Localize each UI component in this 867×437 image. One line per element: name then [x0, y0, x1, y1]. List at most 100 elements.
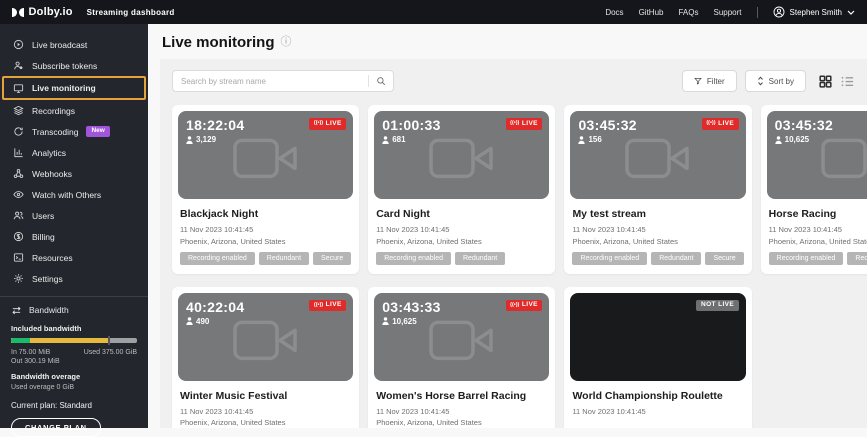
stream-tag: Redundant	[651, 252, 701, 265]
bandwidth-header: Bandwidth	[11, 305, 137, 315]
viewer-person-icon	[382, 136, 389, 144]
stream-title[interactable]: World Championship Roulette	[572, 390, 743, 402]
sidebar-item-label: Resources	[32, 253, 73, 263]
nav-link-docs[interactable]: Docs	[605, 8, 623, 17]
stream-card[interactable]: 40:22:04 490 ((•)) LIVE Winter Music Fes…	[172, 287, 359, 429]
bandwidth-progress-bar	[11, 338, 137, 343]
transfer-arrows-icon	[11, 306, 22, 315]
sidebar-item-live-broadcast[interactable]: Live broadcast	[0, 34, 148, 55]
search-icon[interactable]	[369, 76, 393, 86]
stream-thumbnail[interactable]: 01:00:33 681 ((•)) LIVE	[374, 111, 549, 199]
stream-location: Phoenix, Arizona, United States	[376, 418, 547, 427]
stream-card[interactable]: NOT LIVE World Championship Roulette 11 …	[564, 287, 751, 429]
current-plan-label: Current plan: Standard	[11, 401, 137, 410]
sidebar-item-transcoding[interactable]: Transcoding New	[0, 121, 148, 142]
stream-card[interactable]: 03:43:33 10,625 ((•)) LIVE Women's Horse…	[368, 287, 555, 429]
stream-location: Phoenix, Arizona, United States	[769, 237, 867, 246]
stream-title[interactable]: Winter Music Festival	[180, 390, 351, 402]
sidebar-item-webhooks[interactable]: Webhooks	[0, 163, 148, 184]
stream-thumbnail[interactable]: NOT LIVE	[570, 293, 745, 381]
stream-date: 11 Nov 2023 10:41:45	[769, 225, 867, 234]
main-content: Live monitoring ⓘ Filter Sort by	[148, 24, 867, 428]
info-icon[interactable]: ⓘ	[281, 37, 292, 48]
stream-tag: Recording enabled	[376, 252, 451, 265]
sidebar-item-recordings[interactable]: Recordings	[0, 100, 148, 121]
stream-tag: Recording enabled	[180, 252, 255, 265]
stream-title[interactable]: Horse Racing	[769, 208, 867, 220]
camera-icon	[821, 137, 867, 179]
sidebar-item-label: Subscribe tokens	[32, 61, 97, 71]
sidebar-item-label: Live monitoring	[32, 83, 96, 93]
list-view-icon[interactable]	[840, 74, 855, 89]
app-name: Streaming dashboard	[87, 8, 175, 17]
broadcast-waves-icon: ((•))	[314, 121, 323, 127]
camera-icon	[429, 137, 495, 179]
stream-card[interactable]: 18:22:04 3,129 ((•)) LIVE Blackjack Nigh…	[172, 105, 359, 274]
stream-thumbnail[interactable]: 40:22:04 490 ((•)) LIVE	[178, 293, 353, 381]
search-input[interactable]	[173, 77, 368, 86]
stream-card[interactable]: 03:45:32 156 ((•)) LIVE My test stream 1…	[564, 105, 751, 274]
new-badge: New	[86, 126, 109, 137]
nav-link-support[interactable]: Support	[713, 8, 741, 17]
stream-thumbnail[interactable]: 03:45:32 156 ((•)) LIVE	[570, 111, 745, 199]
stream-tag: Secure	[705, 252, 743, 265]
resources-icon	[12, 252, 24, 264]
top-bar: Dolby.io Streaming dashboard Docs GitHub…	[0, 0, 867, 24]
stream-thumbnail[interactable]: 18:22:04 3,129 ((•)) LIVE	[178, 111, 353, 199]
stream-date: 11 Nov 2023 10:41:45	[376, 225, 547, 234]
camera-icon	[429, 319, 495, 361]
sort-by-button[interactable]: Sort by	[745, 70, 806, 92]
camera-icon	[233, 319, 299, 361]
stream-grid: 18:22:04 3,129 ((•)) LIVE Blackjack Nigh…	[172, 105, 855, 428]
stream-card[interactable]: 01:00:33 681 ((•)) LIVE Card Night 11 No…	[368, 105, 555, 274]
stream-title[interactable]: Blackjack Night	[180, 208, 351, 220]
stream-thumbnail[interactable]: 03:43:33 10,625 ((•)) LIVE	[374, 293, 549, 381]
logo-text: Dolby.io	[29, 6, 73, 18]
stream-thumbnail[interactable]: 03:45:32 10,625 ((•)) LIVE	[767, 111, 867, 199]
sidebar-item-label: Recordings	[32, 106, 75, 116]
sidebar-item-label: Webhooks	[32, 169, 72, 179]
filter-funnel-icon	[694, 77, 702, 85]
transcode-icon	[12, 126, 24, 138]
stream-title[interactable]: My test stream	[572, 208, 743, 220]
sidebar-item-resources[interactable]: Resources	[0, 247, 148, 268]
sidebar-item-label: Users	[32, 211, 54, 221]
user-menu[interactable]: Stephen Smith	[773, 6, 855, 18]
stream-date: 11 Nov 2023 10:41:45	[180, 407, 351, 416]
sidebar-item-billing[interactable]: Billing	[0, 226, 148, 247]
bandwidth-bar-green	[11, 338, 30, 343]
dolby-double-d-icon	[12, 8, 24, 17]
broadcast-waves-icon: ((•))	[510, 303, 519, 309]
stream-tags: Recording enabledRedundantSecure	[180, 252, 351, 265]
dolby-logo[interactable]: Dolby.io	[12, 6, 73, 18]
camera-icon	[625, 137, 691, 179]
bandwidth-overage-label: Bandwidth overage	[11, 372, 137, 381]
stream-tags: Recording enabledRedundantSecure	[769, 252, 867, 265]
sidebar-item-label: Live broadcast	[32, 40, 87, 50]
stream-card[interactable]: 03:45:32 10,625 ((•)) LIVE Horse Racing …	[761, 105, 867, 274]
stream-location: Phoenix, Arizona, United States	[180, 237, 351, 246]
stream-title[interactable]: Card Night	[376, 208, 547, 220]
webhook-icon	[12, 168, 24, 180]
stream-title[interactable]: Women's Horse Barrel Racing	[376, 390, 547, 402]
bandwidth-in-value: In 75.00 MiB	[11, 349, 50, 356]
grid-view-icon[interactable]	[818, 74, 833, 89]
sidebar-item-users[interactable]: Users	[0, 205, 148, 226]
camera-icon	[233, 137, 299, 179]
analytics-icon	[12, 147, 24, 159]
sidebar-item-live-monitoring[interactable]: Live monitoring	[2, 76, 146, 100]
nav-link-faqs[interactable]: FAQs	[678, 8, 698, 17]
sidebar-item-analytics[interactable]: Analytics	[0, 142, 148, 163]
filter-button[interactable]: Filter	[682, 70, 737, 92]
avatar-icon	[773, 6, 785, 18]
sidebar-item-subscribe-tokens[interactable]: Subscribe tokens	[0, 55, 148, 76]
live-status-badge: ((•)) LIVE	[506, 118, 543, 130]
sidebar-item-settings[interactable]: Settings	[0, 268, 148, 289]
broadcast-waves-icon: ((•))	[314, 303, 323, 309]
stream-duration: 03:45:32	[775, 118, 867, 133]
broadcast-icon	[12, 39, 24, 51]
nav-link-github[interactable]: GitHub	[639, 8, 664, 17]
sidebar-item-label: Analytics	[32, 148, 66, 158]
filter-button-label: Filter	[707, 77, 725, 86]
sidebar-item-watch-with-others[interactable]: Watch with Others	[0, 184, 148, 205]
